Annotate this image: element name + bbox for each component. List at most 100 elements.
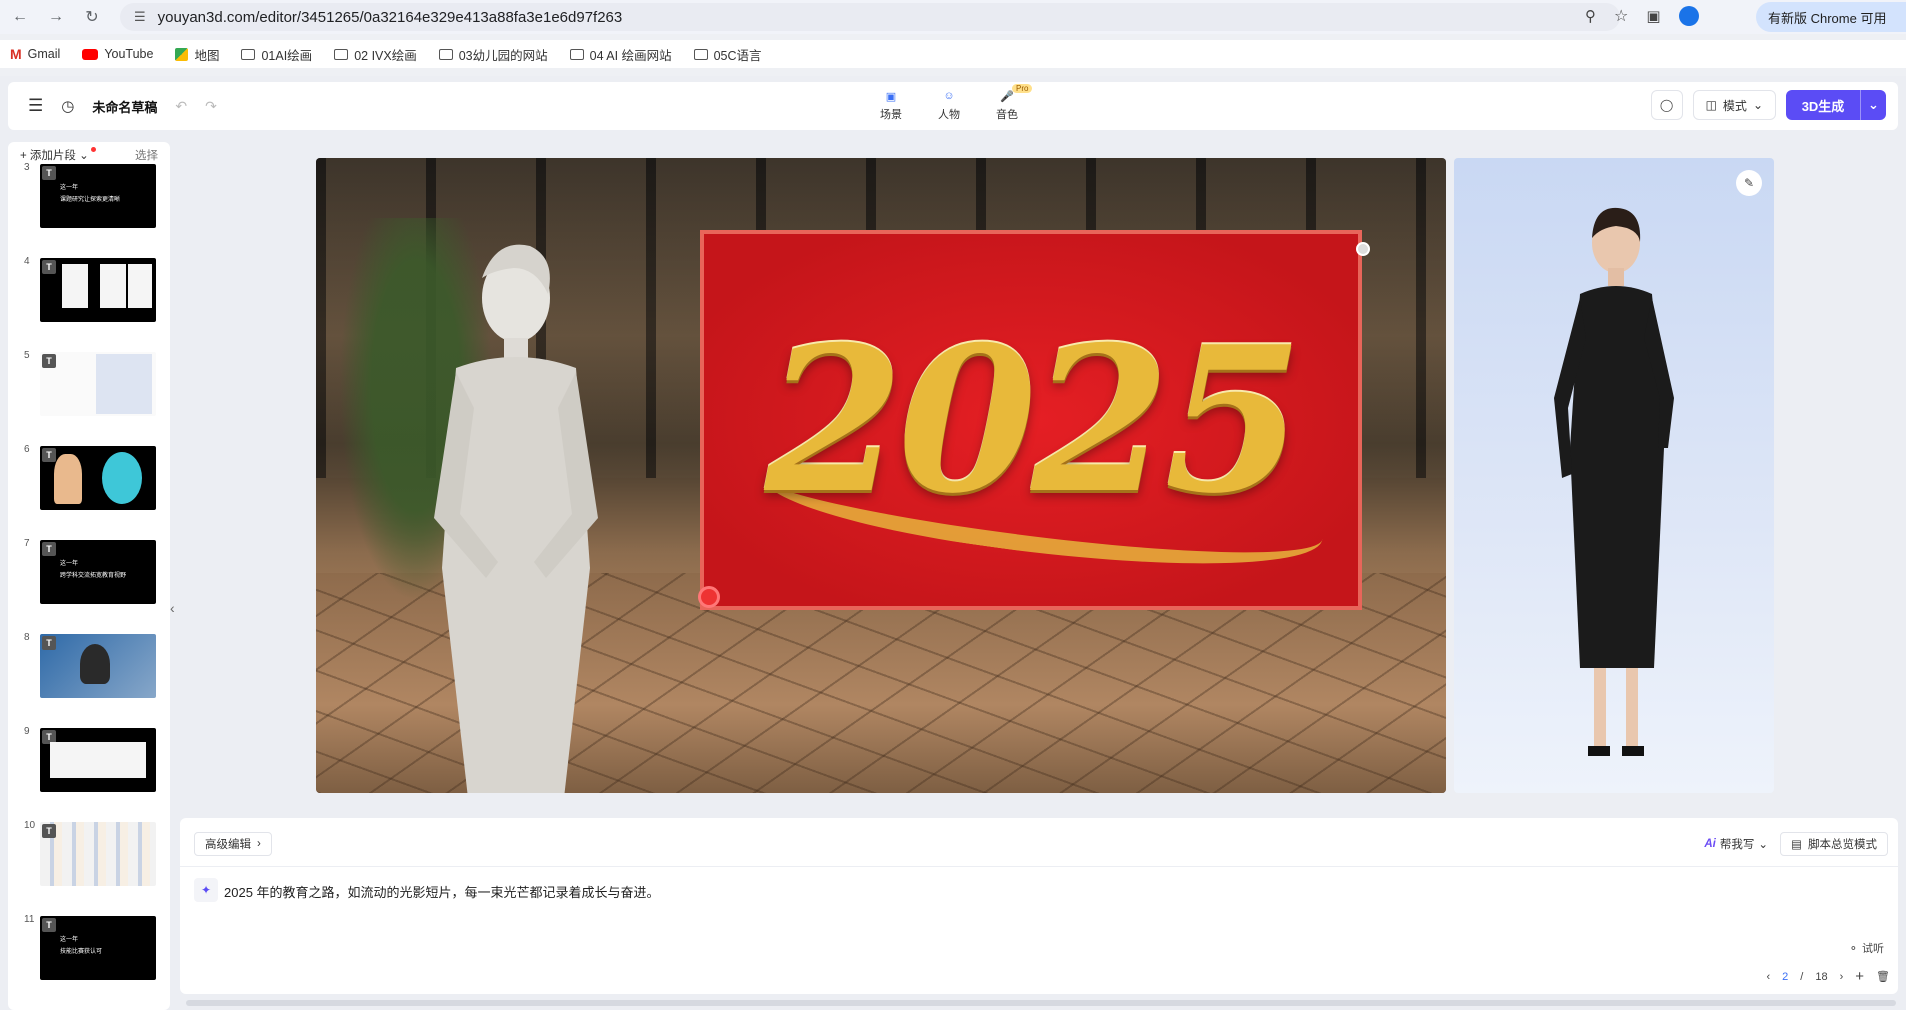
person-icon: ☺ — [943, 90, 955, 102]
address-bar[interactable]: ☰ youyan3d.com/editor/3451265/0a32164e32… — [120, 3, 1620, 31]
slide-number: 8 — [24, 632, 30, 643]
add-icon[interactable]: + — [1855, 968, 1864, 985]
text-badge: T — [42, 448, 56, 462]
avatar-woman-figure[interactable] — [1524, 198, 1704, 778]
headphones-icon: ⚬ — [1848, 942, 1858, 955]
back-icon[interactable]: ← — [6, 3, 34, 31]
slide-thumbnail[interactable]: T 这一年 课题研究让探索更清晰 — [40, 164, 156, 228]
bookmark-label: 03幼儿园的网站 — [458, 48, 548, 63]
slide-thumbnail[interactable]: T — [40, 352, 156, 416]
preview-stage[interactable]: 2025 — [316, 158, 1446, 793]
bookmark-youtube[interactable]: YouTube — [82, 47, 153, 61]
chrome-update-button[interactable]: 有新版 Chrome 可用 — [1756, 2, 1906, 32]
slide-thumbnail[interactable]: T — [40, 728, 156, 792]
bookmark-star-icon[interactable]: ☆ — [1614, 6, 1628, 26]
draft-title[interactable]: 未命名草稿 — [92, 97, 157, 116]
slide-line: 技能比赛获认可 — [60, 949, 103, 955]
page-total: 18 — [1815, 970, 1828, 983]
slide-item[interactable]: 7 T 这一年 跨学科交流拓宽教育视野 — [8, 534, 170, 628]
tool-person[interactable]: ☺ 人物 — [938, 86, 960, 122]
bookmark-folder-02ivx[interactable]: 02 IVX绘画 — [334, 45, 417, 64]
bookmark-gmail[interactable]: M Gmail — [10, 46, 60, 62]
bookmark-label: 05C语言 — [713, 48, 762, 63]
scene-icon: ▣ — [885, 90, 897, 103]
help-write-button[interactable]: Ai 帮我写 ⌄ — [1704, 832, 1768, 856]
slide-item[interactable]: 5 T — [8, 346, 170, 440]
mode-dropdown[interactable]: ◫ 模式 ⌄ — [1692, 90, 1776, 120]
new-year-banner[interactable]: 2025 — [700, 230, 1362, 610]
tryout-label: 试听 — [1862, 943, 1884, 955]
script-overview-button[interactable]: ▤ 脚本总览模式 — [1780, 832, 1888, 856]
trash-icon[interactable]: 🗑 — [1876, 970, 1890, 983]
bookmark-folder-05c[interactable]: 05C语言 — [693, 45, 762, 64]
advanced-edit-button[interactable]: 高级编辑 › — [194, 832, 272, 856]
bookmark-label: 01AI绘画 — [261, 48, 313, 63]
text-badge: T — [42, 824, 56, 838]
bookmark-maps[interactable]: 地图 — [175, 45, 219, 64]
chevron-down-icon[interactable]: ⌄ — [1860, 90, 1886, 120]
tool-voice[interactable]: 🎤 Pro 音色 — [996, 84, 1033, 122]
resize-handle[interactable] — [1356, 242, 1370, 256]
slide-number: 6 — [24, 444, 30, 455]
bookmark-label: Gmail — [27, 47, 61, 61]
rotate-handle[interactable] — [698, 586, 720, 608]
slide-item[interactable]: 6 T — [8, 440, 170, 534]
slide-item[interactable]: 8 T — [8, 628, 170, 722]
tryout-button[interactable]: ⚬ 试听 — [1849, 940, 1884, 956]
script-text-input[interactable]: 2025 年的教育之路，如流动的光影短片，每一束光芒都记录着成长与奋进。 — [224, 882, 660, 901]
magic-wand-icon[interactable]: ✦ — [194, 878, 218, 902]
chevron-down-icon: ⌄ — [1752, 98, 1763, 112]
redo-icon[interactable]: ↷ — [205, 98, 217, 115]
slide-item[interactable]: 4 T — [8, 252, 170, 346]
slide-item[interactable]: 11 T 这一年 技能比赛获认可 — [8, 910, 170, 1004]
slide-line: 跨学科交流拓宽教育视野 — [60, 573, 127, 579]
mannequin-figure[interactable] — [406, 238, 626, 793]
mode-label: 模式 — [1722, 98, 1747, 113]
generate-3d-button[interactable]: 3D生成 ⌄ — [1786, 90, 1886, 120]
slide-thumbnail[interactable]: T 这一年 技能比赛获认可 — [40, 916, 156, 980]
lightbulb-button[interactable]: ◯ — [1650, 90, 1683, 120]
slide-number: 4 — [24, 256, 30, 267]
edit-character-button[interactable]: ✎ — [1736, 170, 1762, 196]
slide-thumbnail[interactable]: T — [40, 822, 156, 886]
extensions-icon[interactable]: ▣ — [1646, 7, 1660, 25]
slide-thumbnail[interactable]: T — [40, 634, 156, 698]
script-overview-label: 脚本总览模式 — [1808, 839, 1877, 851]
bookmark-folder-03kindergarten[interactable]: 03幼儿园的网站 — [438, 45, 548, 64]
slide-line: 这一年 — [60, 561, 79, 567]
history-icon[interactable]: ◷ — [61, 97, 74, 115]
horizontal-scrollbar[interactable] — [186, 1000, 1896, 1006]
chevron-left-icon[interactable]: ‹ — [1766, 971, 1770, 983]
bookmark-folder-01ai[interactable]: 01AI绘画 — [241, 45, 312, 64]
tool-scene[interactable]: ▣ 场景 — [880, 86, 902, 122]
slide-thumbnail[interactable]: T — [40, 446, 156, 510]
url-text[interactable]: youyan3d.com/editor/3451265/0a32164e329e… — [158, 9, 623, 26]
slide-item[interactable]: 9 T — [8, 722, 170, 816]
slide-number: 10 — [24, 820, 36, 831]
bookmark-folder-04ai[interactable]: 04 AI 绘画网站 — [569, 45, 672, 64]
menu-icon[interactable]: ☰ — [28, 96, 43, 116]
slide-number: 11 — [24, 914, 35, 925]
forward-icon[interactable]: → — [42, 3, 70, 31]
notification-dot — [90, 147, 96, 152]
pro-badge: Pro — [1012, 84, 1033, 93]
bookmarks-bar: M Gmail YouTube 地图 01AI绘画 02 IVX绘画 03幼儿园的… — [0, 40, 1906, 68]
folder-icon — [438, 48, 453, 60]
maps-icon — [175, 47, 189, 61]
table-icon: ▤ — [1791, 839, 1802, 851]
layout-icon: ◫ — [1705, 98, 1717, 112]
chevron-right-icon[interactable]: › — [1840, 971, 1844, 983]
slide-item[interactable]: 3 T 这一年 课题研究让探索更清晰 — [8, 158, 170, 252]
chevron-right-icon: › — [257, 838, 261, 850]
zoom-icon[interactable]: ⚲ — [1585, 7, 1596, 25]
slide-number: 3 — [24, 162, 30, 173]
undo-icon[interactable]: ↶ — [175, 98, 187, 115]
profile-icon[interactable] — [1678, 6, 1699, 26]
reload-icon[interactable]: ↻ — [78, 3, 106, 31]
slide-thumbnail[interactable]: T — [40, 258, 156, 322]
collapse-panel-icon[interactable]: ‹ — [170, 600, 180, 660]
slide-thumbnail[interactable]: T 这一年 跨学科交流拓宽教育视野 — [40, 540, 156, 604]
slide-item[interactable]: 10 T — [8, 816, 170, 910]
site-info-icon[interactable]: ☰ — [134, 9, 146, 25]
text-badge: T — [42, 918, 56, 932]
